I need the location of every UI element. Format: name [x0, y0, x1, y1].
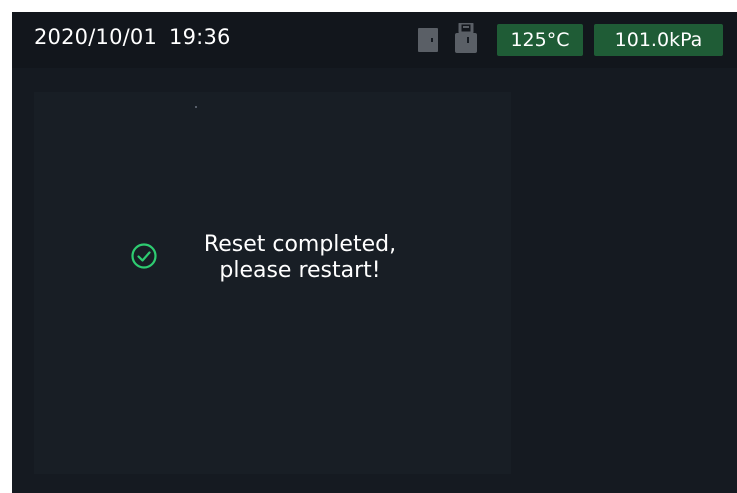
temperature-badge: 125°C [497, 24, 583, 56]
datetime: 2020/10/01 19:36 [34, 25, 231, 49]
check-circle-icon [131, 243, 157, 269]
speck [195, 106, 197, 108]
pressure-badge: 101.0kPa [594, 24, 723, 56]
message-line-2: please restart! [219, 258, 381, 283]
dialog-panel: Reset completed, please restart! [34, 92, 511, 474]
message-line-1: Reset completed, [203, 232, 397, 257]
time-text: 19:36 [169, 25, 231, 49]
door-icon [418, 28, 438, 52]
date-text: 2020/10/01 [34, 25, 158, 49]
device-screen: 2020/10/01 19:36 125°C 101.0kPa Reset com… [12, 12, 737, 493]
status-bar: 2020/10/01 19:36 125°C 101.0kPa [12, 12, 737, 68]
reset-message: Reset completed, please restart! [130, 232, 450, 292]
message-text: Reset completed, please restart! [170, 232, 430, 284]
lock-icon [455, 23, 477, 53]
